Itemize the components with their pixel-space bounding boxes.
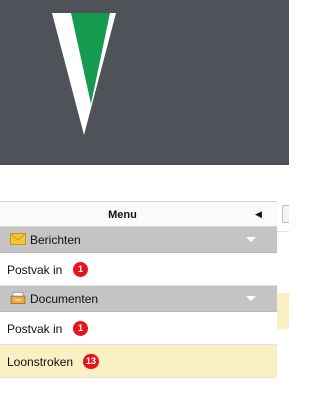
sidebar-menu: Menu ◀ Berichten Postvak in 1 Documenten… xyxy=(0,201,277,401)
unread-count-badge: 13 xyxy=(83,354,100,369)
chevron-down-icon[interactable] xyxy=(246,237,256,242)
envelope-icon xyxy=(10,233,26,245)
item-label: Postvak in xyxy=(7,322,63,336)
section-label: Berichten xyxy=(30,233,81,247)
sidebar-item-documenten-postvak-in[interactable]: Postvak in 1 xyxy=(0,312,277,345)
item-label: Postvak in xyxy=(7,263,63,277)
triangle-left-icon[interactable]: ◀ xyxy=(255,209,262,220)
section-documenten[interactable]: Documenten xyxy=(0,286,277,312)
chevron-down-icon[interactable] xyxy=(246,296,256,301)
item-label: Loonstroken xyxy=(7,355,74,369)
app-header xyxy=(0,0,289,165)
section-label: Documenten xyxy=(30,292,99,306)
divider xyxy=(277,231,289,232)
sidebar-item-berichten-postvak-in[interactable]: Postvak in 1 xyxy=(0,253,277,286)
green-v-logo-icon xyxy=(52,13,116,135)
documents-icon xyxy=(10,292,26,304)
unread-count-badge: 1 xyxy=(73,262,88,277)
menu-title: Menu xyxy=(108,209,137,221)
sidebar-item-loonstroken[interactable]: Loonstroken 13 xyxy=(0,345,277,378)
toolbar-button-edge[interactable] xyxy=(282,205,289,223)
selected-row-edge xyxy=(277,293,289,329)
section-berichten[interactable]: Berichten xyxy=(0,227,277,253)
unread-count-badge: 1 xyxy=(73,321,88,336)
content-pane-edge xyxy=(277,201,289,401)
menu-header: Menu ◀ xyxy=(0,201,277,227)
